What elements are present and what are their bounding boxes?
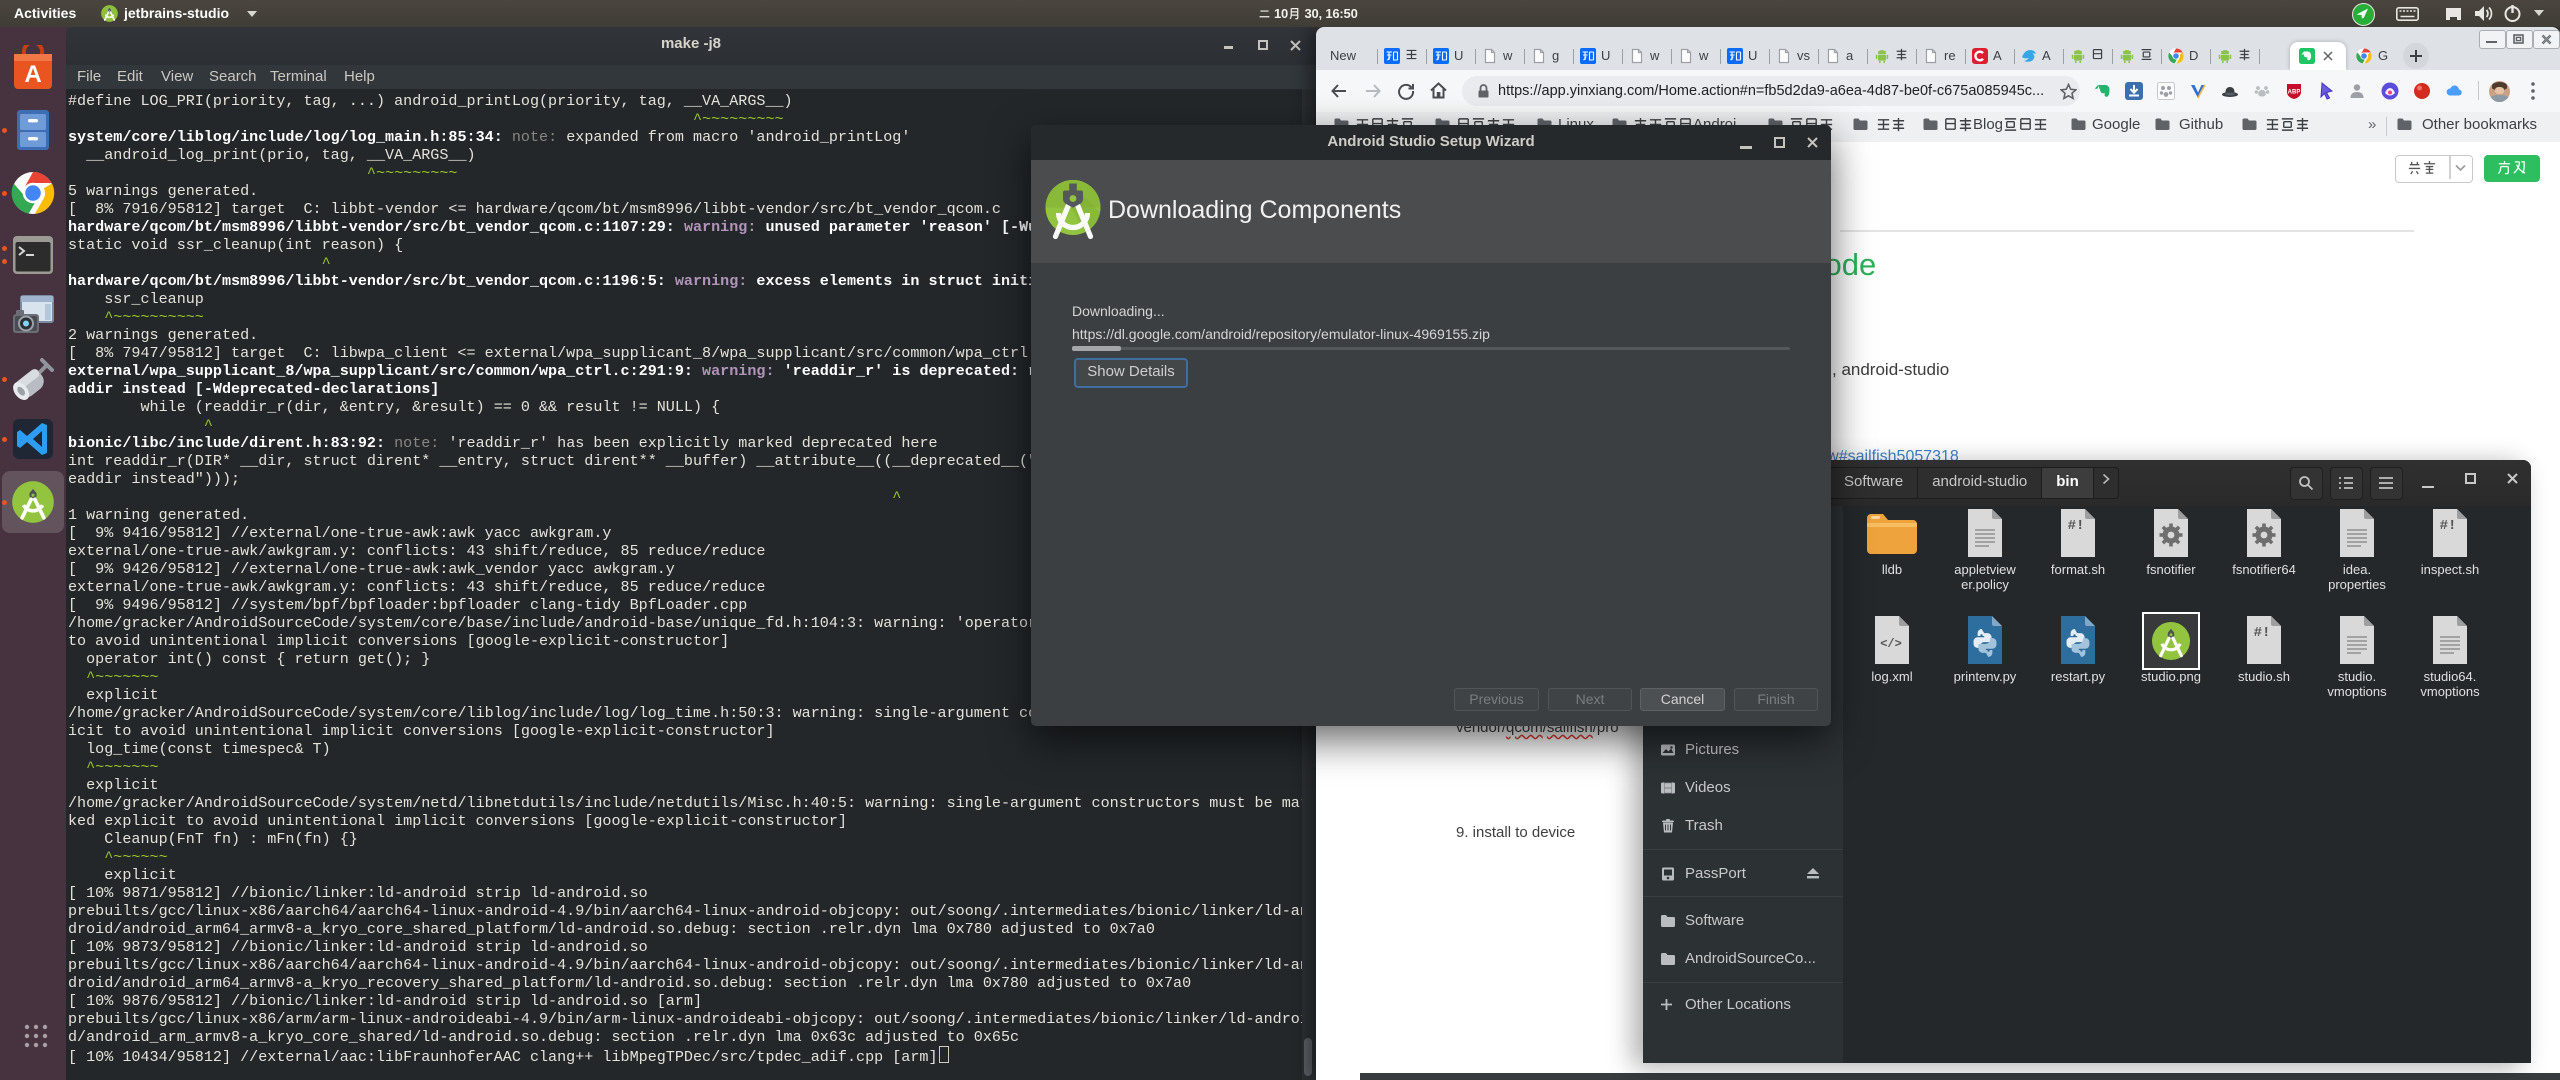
svg-text:</>: </>: [1880, 637, 1902, 651]
svg-text:ABP: ABP: [2288, 90, 2301, 96]
svg-text:#!: #!: [2068, 518, 2085, 534]
svg-text:#!: #!: [2440, 518, 2457, 534]
svg-text:A: A: [24, 61, 41, 88]
svg-text:#!: #!: [2254, 625, 2271, 641]
